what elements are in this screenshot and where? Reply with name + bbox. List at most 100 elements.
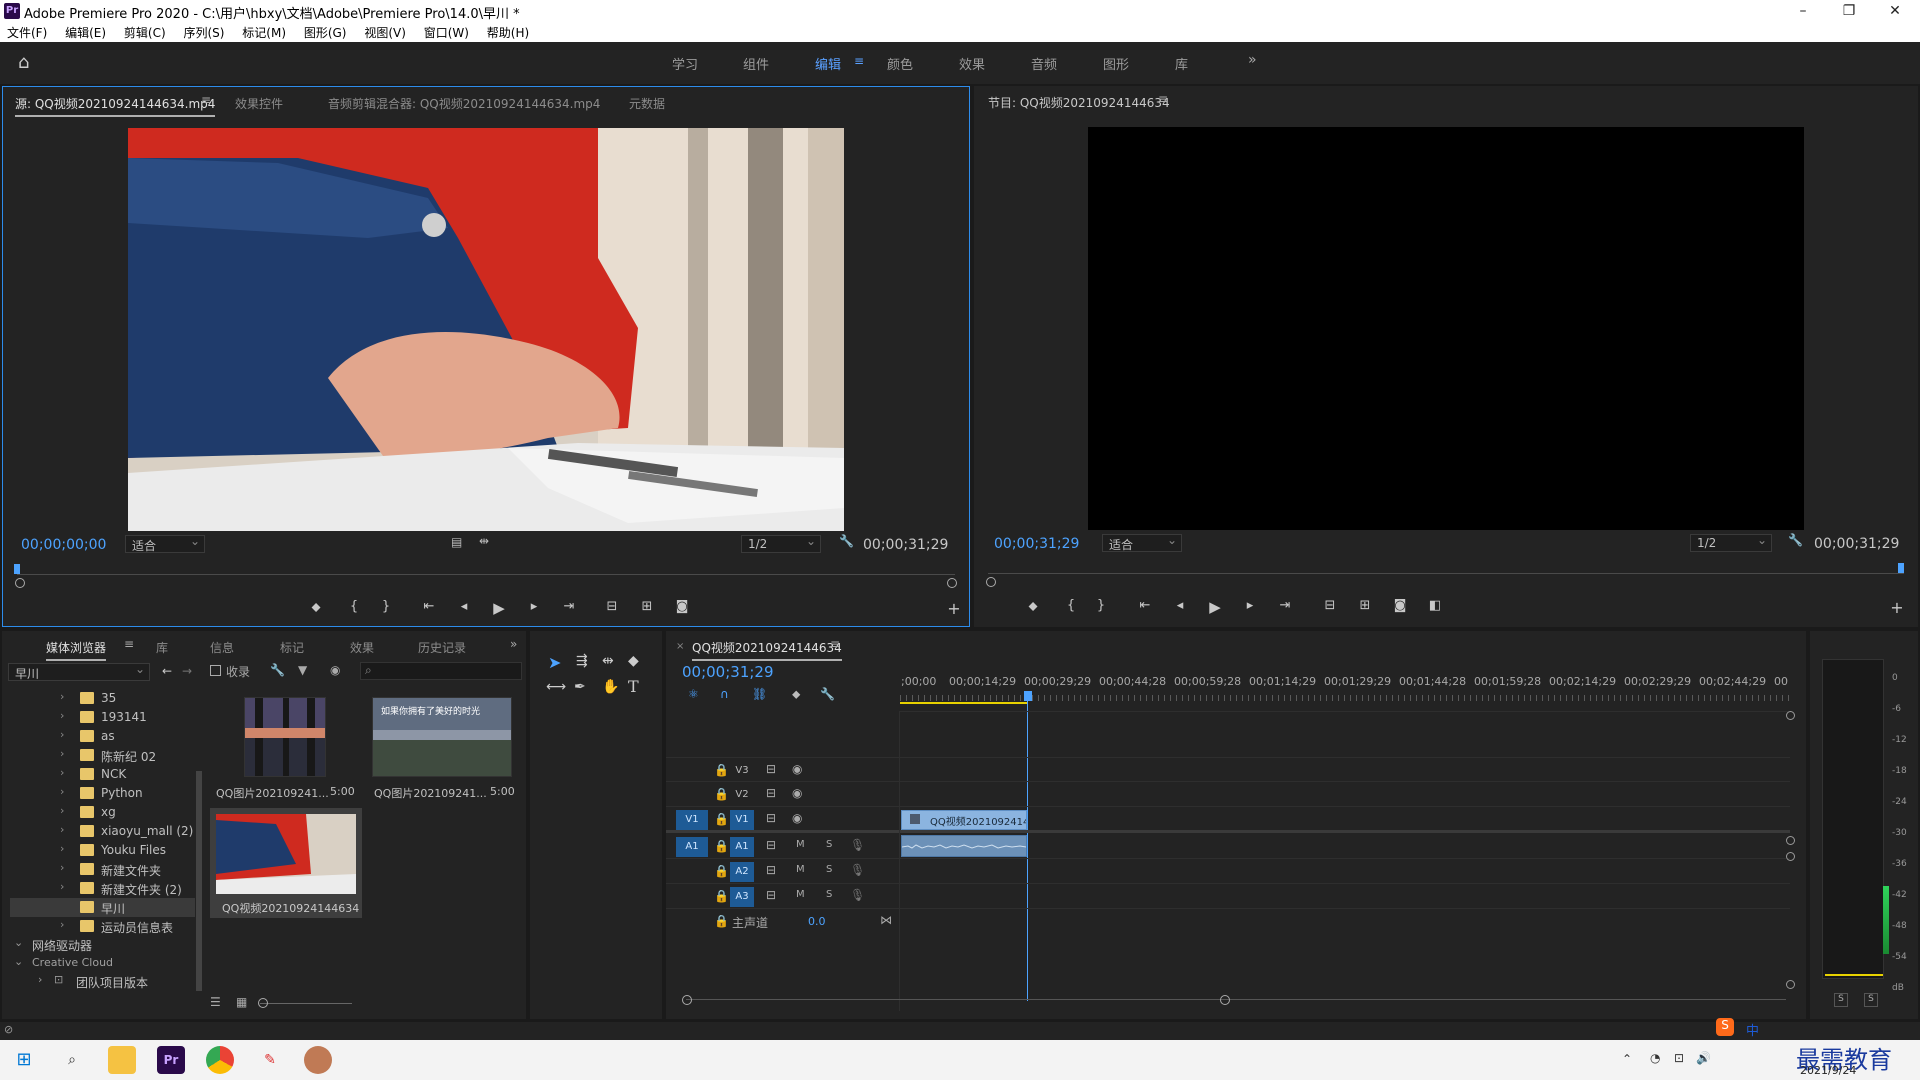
chevron-down-icon[interactable]: ⌄ <box>14 955 23 968</box>
tab-effect-controls[interactable]: 效果控件 <box>235 95 283 112</box>
chrome-icon[interactable] <box>206 1046 234 1074</box>
mark-out-icon[interactable]: } <box>375 599 397 614</box>
tree-item[interactable]: › xg <box>10 803 195 822</box>
voice-over-mic-icon[interactable]: 🎙 <box>850 863 865 877</box>
comparison-view-icon[interactable]: ◧ <box>1424 598 1446 613</box>
search-input[interactable]: ⌕ <box>360 662 522 680</box>
marker-icon[interactable]: ▤ <box>451 535 462 549</box>
go-to-in-icon[interactable]: ⇤ <box>418 599 440 614</box>
overwrite-icon[interactable]: ⊞ <box>636 599 658 614</box>
program-panel-menu-icon[interactable]: ≡ <box>1158 92 1168 106</box>
ripple-edit-tool-icon[interactable]: ⇹ <box>602 653 614 669</box>
voice-over-mic-icon[interactable]: 🎙 <box>850 838 865 852</box>
source-time-ruler[interactable] <box>17 574 955 575</box>
timeline-timecode[interactable]: 00;00;31;29 <box>682 663 774 681</box>
razor-tool-icon[interactable]: ◆ <box>628 653 639 669</box>
vertical-zoom-handle[interactable] <box>1786 980 1795 989</box>
mark-in-icon[interactable]: { <box>343 599 365 614</box>
tree-item[interactable]: › Python <box>10 784 195 803</box>
tree-item-selected[interactable]: 早川 <box>10 898 195 917</box>
sync-lock-icon[interactable]: ⊟ <box>766 762 776 776</box>
premiere-taskbar-icon[interactable]: Pr <box>157 1046 185 1074</box>
media-thumbnail[interactable] <box>244 697 326 777</box>
eye-icon[interactable]: ◉ <box>792 762 802 776</box>
workspace-menu-icon[interactable]: ≡ <box>854 54 864 68</box>
tree-item[interactable]: › Youku Files <box>10 841 195 860</box>
list-view-icon[interactable]: ☰ <box>210 995 221 1009</box>
program-wrench-icon[interactable]: 🔧 <box>1788 533 1803 547</box>
program-step-forward-icon[interactable]: ▸ <box>1239 598 1261 613</box>
team-projects-label[interactable]: 团队项目版本 <box>76 974 148 991</box>
selection-tool-icon[interactable]: ➤ <box>548 653 561 672</box>
lock-icon[interactable]: 🔒 <box>714 787 729 801</box>
timeline-menu-icon[interactable]: ≡ <box>830 637 840 651</box>
mute-button[interactable]: M <box>796 864 805 875</box>
source-video-frame[interactable] <box>128 128 844 531</box>
close-button[interactable]: ✕ <box>1872 0 1918 22</box>
audio-clip[interactable] <box>901 835 1027 857</box>
maximize-button[interactable]: ❐ <box>1826 0 1872 22</box>
chevron-down-icon[interactable]: ⌄ <box>14 936 23 949</box>
tree-item[interactable]: › NCK <box>10 765 195 784</box>
menu-graphics[interactable]: 图形(G) <box>297 22 354 41</box>
view-icon[interactable]: ◉ <box>330 663 340 677</box>
tab-audio-clip-mixer[interactable]: 音频剪辑混合器: QQ视频20210924144634.mp4 <box>328 95 600 112</box>
workspace-assembly[interactable]: 组件 <box>743 54 769 73</box>
sync-lock-icon[interactable]: ⊟ <box>766 838 776 852</box>
zoom-handle-left[interactable] <box>682 995 692 1005</box>
menu-sequence[interactable]: 序列(S) <box>176 22 231 41</box>
workspace-overflow-icon[interactable]: » <box>1248 52 1257 68</box>
program-mark-out-icon[interactable]: } <box>1090 598 1112 613</box>
favorites-checkbox[interactable] <box>210 665 221 676</box>
insert-overlay-icon[interactable]: ⇹ <box>479 534 489 548</box>
creative-cloud-label[interactable]: Creative Cloud <box>32 956 113 969</box>
eye-icon[interactable]: ◉ <box>792 811 802 825</box>
tree-item[interactable]: › 运动员信息表 <box>10 917 195 936</box>
voice-over-mic-icon[interactable]: 🎙 <box>850 888 865 902</box>
tree-item[interactable]: › 35 <box>10 689 195 708</box>
menu-file[interactable]: 文件(F) <box>0 22 54 41</box>
solo-left-button[interactable]: S <box>1834 993 1848 1007</box>
tab-markers[interactable]: 标记 <box>280 639 304 656</box>
sync-lock-icon[interactable]: ⊟ <box>766 888 776 902</box>
type-tool-icon[interactable]: T <box>628 677 639 696</box>
tab-media-browser[interactable]: 媒体浏览器 <box>46 639 107 661</box>
program-mark-in-icon[interactable]: { <box>1060 598 1082 613</box>
tree-item[interactable]: › 新建文件夹 (2) <box>10 879 195 898</box>
track-label-a1[interactable]: A1 <box>730 837 754 857</box>
source-zoom-handle-left[interactable] <box>15 578 25 588</box>
filter-icon[interactable]: ▼ <box>298 663 307 677</box>
program-video-frame[interactable] <box>1088 127 1804 530</box>
source-fit-select[interactable]: 适合 <box>125 534 205 553</box>
program-export-frame-icon[interactable]: ◙ <box>1389 598 1411 613</box>
workspace-effects[interactable]: 效果 <box>959 54 985 73</box>
lock-icon[interactable]: 🔒 <box>714 889 729 903</box>
tree-item[interactable]: › 陈新纪 02 <box>10 746 195 765</box>
tab-libraries[interactable]: 库 <box>156 639 168 656</box>
time-ruler-ticks[interactable] <box>900 695 1790 701</box>
menu-clip[interactable]: 剪辑(C) <box>117 22 173 41</box>
workspace-learn[interactable]: 学习 <box>672 54 698 73</box>
menu-view[interactable]: 视图(V) <box>357 22 413 41</box>
master-volume-value[interactable]: 0.0 <box>808 915 826 928</box>
timeline-playhead-handle[interactable] <box>1024 691 1032 701</box>
play-icon[interactable]: ▶ <box>488 599 510 617</box>
track-label-v1[interactable]: V1 <box>730 810 754 830</box>
program-add-marker-icon[interactable]: ⬥ <box>1022 599 1044 614</box>
program-fit-select[interactable]: 适合 <box>1102 533 1182 552</box>
workspace-color[interactable]: 颜色 <box>887 54 913 73</box>
program-timecode[interactable]: 00;00;31;29 <box>994 536 1079 552</box>
work-area-bar[interactable] <box>900 702 1027 704</box>
track-label-a2[interactable]: A2 <box>730 862 754 882</box>
icon-view-icon[interactable]: ▦ <box>236 995 247 1009</box>
program-resolution-select[interactable]: 1/2 <box>1690 533 1772 552</box>
workspace-graphics[interactable]: 图形 <box>1103 54 1129 73</box>
location-select[interactable]: 早川 <box>8 662 150 681</box>
sync-lock-icon[interactable]: ⊟ <box>766 811 776 825</box>
track-select-tool-icon[interactable]: ⇶ <box>576 653 588 669</box>
paint-app-icon[interactable]: ✎ <box>256 1046 284 1074</box>
tab-source[interactable]: 源: QQ视频20210924144634.mp4 <box>15 95 216 117</box>
program-zoom-handle-left[interactable] <box>986 577 996 587</box>
solo-right-button[interactable]: S <box>1864 993 1878 1007</box>
ime-mode[interactable]: 中 <box>1746 1020 1759 1039</box>
